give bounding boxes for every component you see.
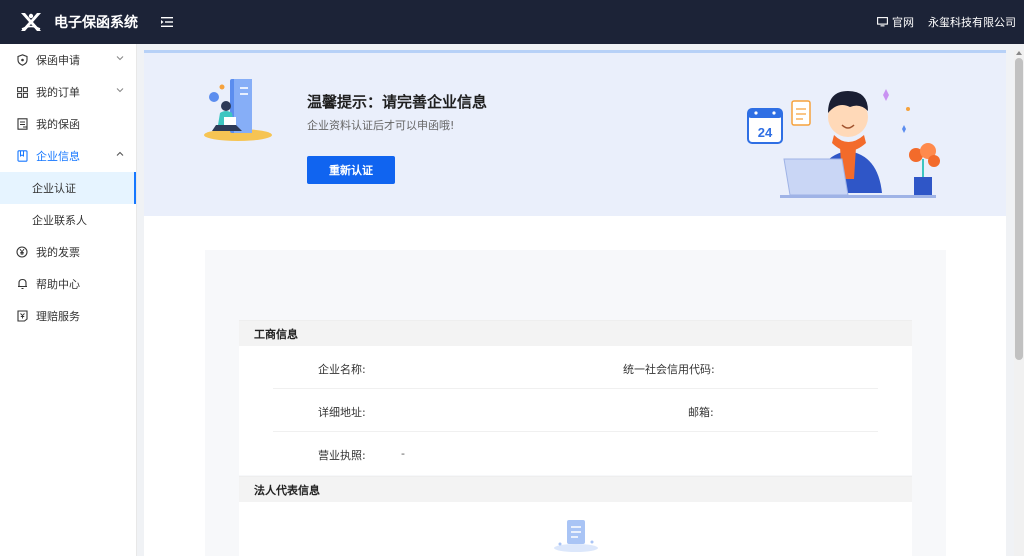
sidebar-item-label: 我的保函: [36, 118, 80, 131]
scroll-thumb[interactable]: [1015, 58, 1023, 360]
chevron-up-icon: [116, 151, 124, 156]
sidebar-item-label: 保函申请: [36, 54, 80, 67]
scroll-up-arrow-icon[interactable]: [1016, 51, 1022, 55]
sidebar: 保函申请 我的订单 我的保函 企业信息 企业认证 企业联系人 我的发票 帮助中心…: [0, 44, 137, 556]
sidebar-subitem-label: 企业联系人: [32, 214, 87, 227]
sidebar-subitem-company-verification[interactable]: 企业认证: [0, 172, 136, 204]
company-info-card: 工商信息 企业名称: 统一社会信用代码: 详细地址: 邮箱: 营业执照: - 法…: [205, 250, 946, 556]
book-icon: [16, 150, 28, 162]
reverify-button[interactable]: 重新认证: [307, 156, 395, 184]
banner-title: 温馨提示：请完善企业信息: [307, 93, 488, 111]
document-icon: [16, 118, 28, 130]
official-site-label: 官网: [892, 16, 914, 29]
verification-banner: 温馨提示：请完善企业信息 企业资料认证后才可以申函哦! 重新认证 24: [144, 53, 1006, 216]
logo-icon: [21, 13, 41, 31]
page-scrollbar[interactable]: [1014, 50, 1024, 556]
sidebar-item-my-orders[interactable]: 我的订单: [0, 76, 136, 108]
chevron-down-icon: [116, 88, 124, 93]
sidebar-item-my-guarantees[interactable]: 我的保函: [0, 108, 136, 140]
logo[interactable]: 电子保函系统: [18, 10, 138, 34]
sidebar-item-label: 我的订单: [36, 86, 80, 99]
grid-icon: [16, 86, 28, 98]
main-content: 温馨提示：请完善企业信息 企业资料认证后才可以申函哦! 重新认证 24 工商信息…: [144, 50, 1006, 556]
sidebar-item-my-invoices[interactable]: 我的发票: [0, 236, 136, 268]
business-info-section: 工商信息 企业名称: 统一社会信用代码: 详细地址: 邮箱: 营业执照: -: [239, 320, 912, 475]
claim-icon: [16, 310, 28, 322]
monitor-icon: [877, 17, 888, 27]
official-site-link[interactable]: 官网: [877, 14, 914, 30]
sidebar-item-label: 我的发票: [36, 246, 80, 259]
empty-document-icon: [554, 520, 598, 552]
company-name-label: 企业名称:: [318, 363, 366, 376]
yen-icon: [16, 246, 28, 258]
top-bar: 电子保函系统 官网 永玺科技有限公司: [0, 0, 1024, 44]
info-row: 企业名称: 统一社会信用代码:: [273, 346, 878, 389]
sidebar-subitem-company-contacts[interactable]: 企业联系人: [0, 204, 136, 236]
company-name[interactable]: 永玺科技有限公司: [928, 14, 1016, 30]
menu-collapse-icon[interactable]: [160, 15, 174, 29]
sidebar-item-guarantee-apply[interactable]: 保函申请: [0, 44, 136, 76]
business-license-value: -: [401, 447, 405, 460]
legal-rep-title: 法人代表信息: [239, 476, 912, 502]
sidebar-item-label: 理赔服务: [36, 310, 80, 323]
info-row: 营业执照: -: [273, 432, 878, 475]
credit-code-label: 统一社会信用代码:: [623, 363, 715, 376]
shield-icon: [16, 54, 28, 66]
info-row: 详细地址: 邮箱:: [273, 389, 878, 432]
reading-illustration: [204, 79, 272, 141]
legal-rep-section: 法人代表信息: [239, 476, 912, 556]
sidebar-item-label: 帮助中心: [36, 278, 80, 291]
sidebar-item-label: 企业信息: [36, 150, 80, 163]
sidebar-subitem-label: 企业认证: [32, 182, 76, 195]
sidebar-item-claim-service[interactable]: 理赔服务: [0, 300, 136, 332]
person-laptop-illustration: 24: [747, 89, 940, 198]
chevron-down-icon: [116, 56, 124, 61]
calendar-day: 24: [758, 125, 773, 140]
business-license-label: 营业执照:: [318, 449, 366, 462]
banner-subtitle: 企业资料认证后才可以申函哦!: [307, 119, 455, 132]
bell-icon: [16, 278, 28, 290]
address-label: 详细地址:: [318, 406, 366, 419]
business-info-title: 工商信息: [239, 320, 912, 346]
sidebar-item-help-center[interactable]: 帮助中心: [0, 268, 136, 300]
email-label: 邮箱:: [688, 406, 714, 419]
app-title: 电子保函系统: [54, 15, 138, 31]
sidebar-item-company-info[interactable]: 企业信息: [0, 140, 136, 172]
